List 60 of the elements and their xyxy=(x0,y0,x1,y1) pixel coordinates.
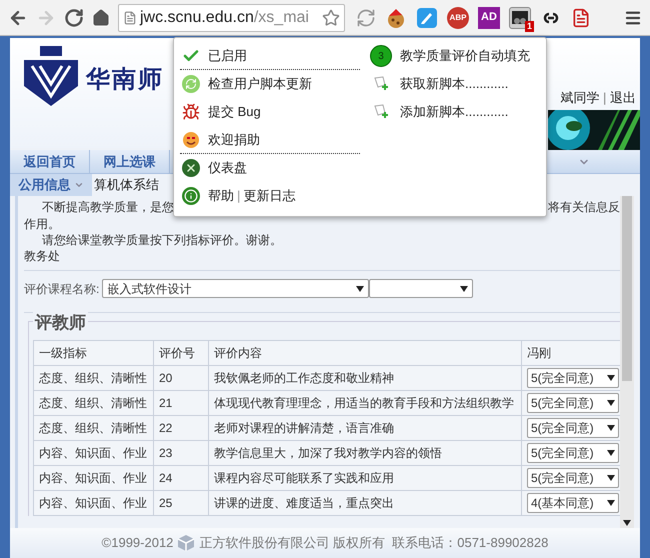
rating-select[interactable]: 5(完全同意) xyxy=(527,392,619,412)
table-cell: 内容、知识面、作业 xyxy=(34,490,154,515)
table-cell: 态度、组织、清晰性 xyxy=(34,390,154,415)
notice-text: 作用。 xyxy=(24,216,61,232)
table-cell: 老师对课程的讲解清楚，语言准确 xyxy=(208,415,522,440)
menu-item[interactable]: 教学质量评价自动填充 xyxy=(400,46,530,66)
table-cell: 24 xyxy=(154,465,208,490)
table-cell: 体现现代教育理理念，用适当的教育手段和方法组织教学 xyxy=(208,390,522,415)
separator-text: | xyxy=(237,187,240,206)
table-cell: 22 xyxy=(154,415,208,440)
address-bar[interactable]: jwc.scnu.edu.cn/xs_mai xyxy=(118,4,345,32)
school-name: 华南师 xyxy=(86,66,164,95)
menu-item[interactable]: 已启用 xyxy=(208,46,247,66)
menu-item[interactable]: 帮助 xyxy=(208,186,234,206)
menu-item[interactable]: 检查用户脚本更新 xyxy=(208,74,312,94)
menu-item[interactable]: 提交 Bug xyxy=(208,102,261,122)
table-cell: 内容、知识面、作业 xyxy=(34,465,154,490)
company-info: 正方软件股份有限公司 版权所有 联系电话：0571-89902828 xyxy=(199,534,548,552)
course-title: 算机体系结 xyxy=(94,176,159,194)
script-count-badge: 3 xyxy=(370,45,392,67)
table-cell: 课程内容尽可能联系了实践和应用 xyxy=(208,465,522,490)
notice-text: 不断提高教学质量，是您 xyxy=(41,199,174,216)
table-cell: 20 xyxy=(154,365,208,390)
column-header: 评价内容 xyxy=(208,340,522,365)
menu-item[interactable]: 欢迎捐助 xyxy=(208,130,260,150)
user-links: 斌同学 | 退出 xyxy=(560,89,637,107)
rating-select[interactable]: 5(完全同意) xyxy=(527,418,619,438)
copyright-text: ©1999-2012 xyxy=(102,534,174,552)
logout-link[interactable]: 退出 xyxy=(610,90,636,105)
nav-tab[interactable]: 返回首页 xyxy=(10,150,90,173)
table-cell: 讲课的进度、难度适当，重点突出 xyxy=(208,490,522,515)
table-cell: 我钦佩老师的工作态度和敬业精神 xyxy=(208,365,522,390)
nav-tab[interactable]: 公用信息 xyxy=(10,174,92,196)
course-select[interactable]: 嵌入式软件设计 xyxy=(102,279,370,298)
rating-select[interactable]: 5(完全同意) xyxy=(527,468,619,488)
table-cell: 态度、组织、清晰性 xyxy=(34,365,154,390)
menu-item[interactable]: 获取新脚本............ xyxy=(400,74,508,94)
count-badge: 1 xyxy=(524,20,534,32)
column-header: 评价号 xyxy=(154,340,208,365)
table-cell: 态度、组织、清晰性 xyxy=(34,415,154,440)
notice-text: 请您给课堂教学质量按下列指标评价。谢谢。 xyxy=(41,232,283,248)
menu-item[interactable]: 添加新脚本............ xyxy=(400,102,508,122)
url-text: jwc.scnu.edu.cn/xs_mai xyxy=(140,8,309,28)
column-header: 一级指标 xyxy=(34,340,154,365)
ad-icon[interactable]: AD xyxy=(478,6,500,28)
nav-tab[interactable]: 网上选课 xyxy=(90,150,170,173)
table-cell: 21 xyxy=(154,390,208,415)
menu-item[interactable]: 仪表盘 xyxy=(208,158,247,178)
menu-item[interactable]: 更新日志 xyxy=(243,186,296,206)
table-cell: 教学信息里大，加深了我对教学内容的领悟 xyxy=(208,440,522,465)
course-select-label: 评价课程名称: xyxy=(24,280,100,298)
notice-text: 将有关信息反 xyxy=(548,199,620,216)
rating-select[interactable]: 4(基本同意) xyxy=(527,492,619,512)
table-cell: 25 xyxy=(154,490,208,515)
adblock-icon[interactable]: ABP xyxy=(447,6,469,28)
notice-signature: 教务处 xyxy=(24,248,61,264)
rating-select[interactable]: 5(完全同意) xyxy=(527,442,619,462)
table-cell: 内容、知识面、作业 xyxy=(34,440,154,465)
table-cell: 23 xyxy=(154,440,208,465)
rating-select[interactable]: 5(完全同意) xyxy=(527,368,619,388)
